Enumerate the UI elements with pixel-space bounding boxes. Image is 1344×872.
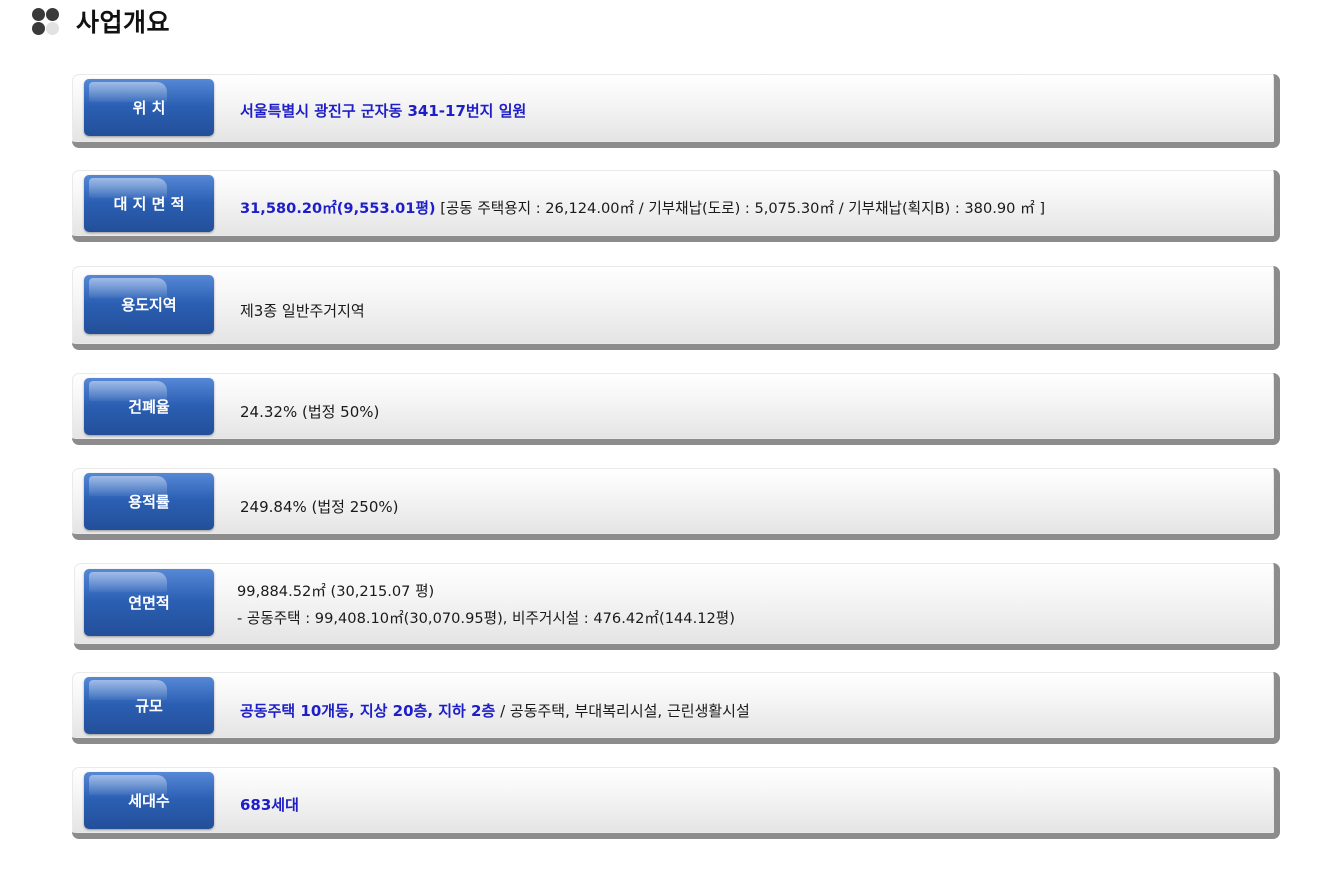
row-gross-floor-area: 연면적 99,884.52㎡ (30,215.07 평) - 공동주택 : 99… [74, 563, 1280, 650]
label-zoning: 용도지역 [84, 275, 214, 334]
value-building-coverage: 24.32% (법정 50%) [240, 403, 380, 421]
value-zoning: 제3종 일반주거지역 [240, 302, 365, 320]
label-households: 세대수 [84, 772, 214, 829]
row-location: 위 치 서울특별시 광진구 군자동 341-17번지 일원 [72, 74, 1280, 148]
row-scale: 규모 공동주택 10개동, 지상 20층, 지하 2층 / 공동주택, 부대복리… [72, 672, 1280, 744]
gross-floor-area-breakdown: - 공동주택 : 99,408.10㎡(30,070.95평), 비주거시설 :… [237, 610, 735, 627]
row-households: 세대수 683세대 [72, 767, 1280, 839]
value-site-area: 31,580.20㎡(9,553.01평) [공동 주택용지 : 26,124.… [240, 200, 1046, 217]
row-floor-area-ratio: 용적률 249.84% (법정 250%) [72, 468, 1280, 540]
label-floor-area-ratio: 용적률 [84, 473, 214, 530]
label-building-coverage: 건폐율 [84, 378, 214, 435]
label-location: 위 치 [84, 79, 214, 136]
label-site-area: 대 지 면 적 [84, 175, 214, 232]
section-header: 사업개요 [32, 4, 170, 38]
row-site-area: 대 지 면 적 31,580.20㎡(9,553.01평) [공동 주택용지 :… [72, 170, 1280, 242]
business-overview-page: 사업개요 위 치 서울특별시 광진구 군자동 341-17번지 일원 대 지 면… [0, 0, 1344, 872]
value-scale: 공동주택 10개동, 지상 20층, 지하 2층 / 공동주택, 부대복리시설,… [240, 702, 750, 720]
bullet-dots-icon [32, 6, 62, 36]
value-floor-area-ratio: 249.84% (법정 250%) [240, 498, 399, 516]
row-zoning: 용도지역 제3종 일반주거지역 [72, 266, 1280, 350]
page-title: 사업개요 [76, 8, 171, 37]
label-gross-floor-area: 연면적 [84, 569, 214, 636]
value-location: 서울특별시 광진구 군자동 341-17번지 일원 [240, 102, 527, 120]
row-building-coverage: 건폐율 24.32% (법정 50%) [72, 373, 1280, 445]
value-households: 683세대 [240, 796, 299, 814]
label-scale: 규모 [84, 677, 214, 734]
value-gross-floor-area: 99,884.52㎡ (30,215.07 평) - 공동주택 : 99,408… [237, 580, 1254, 628]
gross-floor-area-total: 99,884.52㎡ (30,215.07 평) [237, 583, 435, 600]
